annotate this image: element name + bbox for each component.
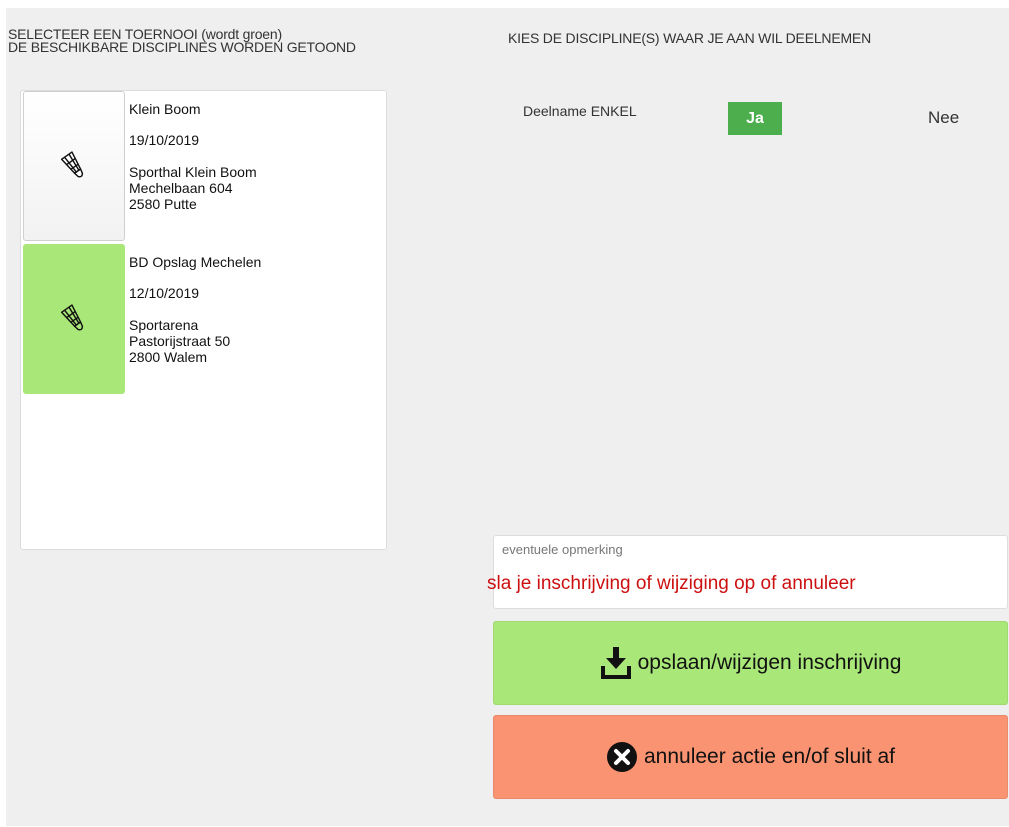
shuttlecock-icon	[60, 304, 84, 331]
remark-input[interactable]	[502, 542, 992, 557]
no-button[interactable]: Nee	[928, 108, 959, 128]
tournament-city: 2580 Putte	[129, 196, 197, 212]
cancel-action-button[interactable]: annuleer actie en/of sluit af	[493, 715, 1008, 799]
tournament-city: 2800 Walem	[129, 349, 208, 365]
tournament-select-heading: SELECTEER EEN TOERNOOI (wordt groen) DE …	[8, 27, 356, 55]
remark-field-container[interactable]	[493, 535, 1008, 609]
tournament-date: 12/10/2019	[129, 285, 200, 301]
save-registration-button[interactable]: opslaan/wijzigen inschrijving	[493, 621, 1008, 705]
tournament-info: Klein Boom 19/10/2019 Sporthal Klein Boo…	[129, 101, 257, 212]
tournament-date: 19/10/2019	[129, 132, 200, 148]
discipline-label: Deelname ENKEL	[523, 103, 637, 119]
tournament-venue: Sporthal Klein Boom	[129, 164, 257, 180]
tournament-info: BD Opslag Mechelen 12/10/2019 Sportarena…	[129, 254, 261, 365]
registration-panel: SELECTEER EEN TOERNOOI (wordt groen) DE …	[6, 8, 1009, 826]
tournament-name: BD Opslag Mechelen	[129, 254, 262, 270]
shuttlecock-icon	[60, 151, 84, 178]
tournament-select-button[interactable]	[23, 244, 125, 394]
tournament-select-button[interactable]	[23, 91, 125, 241]
discipline-select-heading: KIES DE DISCIPLINE(S) WAAR JE AAN WIL DE…	[508, 30, 871, 46]
cancel-button-label: annuleer actie en/of sluit af	[644, 745, 895, 768]
close-circle-icon	[606, 741, 638, 773]
tournament-venue: Sportarena	[129, 317, 199, 333]
tournament-name: Klein Boom	[129, 101, 201, 117]
download-icon	[600, 646, 632, 680]
save-button-label: opslaan/wijzigen inschrijving	[637, 651, 902, 674]
tournament-list: Klein Boom 19/10/2019 Sporthal Klein Boo…	[20, 90, 387, 550]
heading-line-2: DE BESCHIKBARE DISCIPLINES WORDEN GETOON…	[8, 39, 356, 55]
yes-button[interactable]: Ja	[728, 102, 782, 135]
discipline-row-enkel: Deelname ENKEL Ja Nee	[508, 102, 978, 136]
tournament-street: Mechelbaan 604	[129, 180, 233, 196]
tournament-street: Pastorijstraat 50	[129, 333, 231, 349]
save-notice: sla je inschrijving of wijziging op of a…	[487, 573, 856, 594]
